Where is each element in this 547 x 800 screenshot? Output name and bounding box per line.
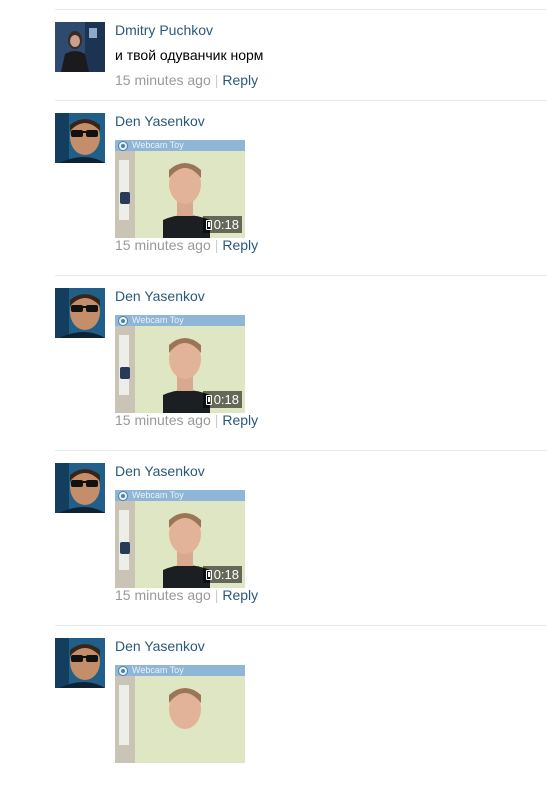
video-duration-text: 0:18 — [213, 567, 239, 582]
comment-feed: Dmitry Puchkov и твой одуванчик норм 15 … — [55, 9, 547, 800]
video-duration-text: 0:18 — [213, 392, 239, 407]
avatar[interactable] — [55, 22, 105, 72]
comment-time[interactable]: 15 minutes ago — [115, 72, 211, 88]
reply-link[interactable]: Reply — [222, 412, 258, 428]
meta-separator: | — [214, 72, 219, 88]
comment: Den Yasenkov Webcam Toy 0:18 15 minutes … — [55, 100, 547, 275]
reply-link[interactable]: Reply — [222, 587, 258, 603]
comment-author-link[interactable]: Den Yasenkov — [115, 462, 205, 480]
video-frame — [115, 665, 245, 763]
video-watermark: Webcam Toy — [132, 490, 184, 500]
comment: Den Yasenkov Webcam Toy 0:18 15 minutes … — [55, 275, 547, 450]
comment-meta: 15 minutes ago | Reply — [115, 411, 258, 429]
video-duration: 0:18 — [202, 216, 242, 233]
reply-link[interactable]: Reply — [222, 237, 258, 253]
video-thumbnail[interactable]: Webcam Toy 0:18 — [115, 490, 245, 588]
reply-link[interactable]: Reply — [222, 72, 258, 88]
comment-author-link[interactable]: Den Yasenkov — [115, 287, 205, 305]
comment-meta: 15 minutes ago | Reply — [115, 71, 258, 89]
video-watermark: Webcam Toy — [132, 665, 184, 675]
comment: Dmitry Puchkov и твой одуванчик норм 15 … — [55, 9, 547, 100]
comment: Den Yasenkov Webcam Toy 0:18 15 minutes … — [55, 450, 547, 625]
video-duration-text: 0:18 — [213, 217, 239, 232]
avatar[interactable] — [55, 113, 105, 163]
video-duration: 0:18 — [202, 566, 242, 583]
comment-time[interactable]: 15 minutes ago — [115, 587, 211, 603]
phone-icon — [205, 569, 212, 580]
avatar-image — [55, 463, 105, 513]
avatar[interactable] — [55, 638, 105, 688]
phone-icon — [205, 394, 212, 405]
meta-separator: | — [214, 587, 219, 603]
video-thumbnail[interactable]: Webcam Toy 0:18 — [115, 315, 245, 413]
comment-meta: 15 minutes ago | Reply — [115, 586, 258, 604]
avatar-image — [55, 22, 105, 72]
comment-author-link[interactable]: Den Yasenkov — [115, 637, 205, 655]
avatar[interactable] — [55, 463, 105, 513]
video-watermark: Webcam Toy — [132, 140, 184, 150]
comment-time[interactable]: 15 minutes ago — [115, 237, 211, 253]
meta-separator: | — [214, 237, 219, 253]
avatar-image — [55, 288, 105, 338]
comment-time[interactable]: 15 minutes ago — [115, 412, 211, 428]
avatar[interactable] — [55, 288, 105, 338]
avatar-image — [55, 113, 105, 163]
comment-author-link[interactable]: Dmitry Puchkov — [115, 21, 213, 39]
avatar-image — [55, 638, 105, 688]
video-thumbnail[interactable]: Webcam Toy — [115, 665, 245, 763]
video-thumbnail[interactable]: Webcam Toy 0:18 — [115, 140, 245, 238]
video-watermark: Webcam Toy — [132, 315, 184, 325]
meta-separator: | — [214, 412, 219, 428]
comment: Den Yasenkov Webcam Toy — [55, 625, 547, 800]
video-duration: 0:18 — [202, 391, 242, 408]
comment-author-link[interactable]: Den Yasenkov — [115, 112, 205, 130]
comment-text: и твой одуванчик норм — [115, 47, 264, 63]
phone-icon — [205, 219, 212, 230]
comment-meta: 15 minutes ago | Reply — [115, 236, 258, 254]
